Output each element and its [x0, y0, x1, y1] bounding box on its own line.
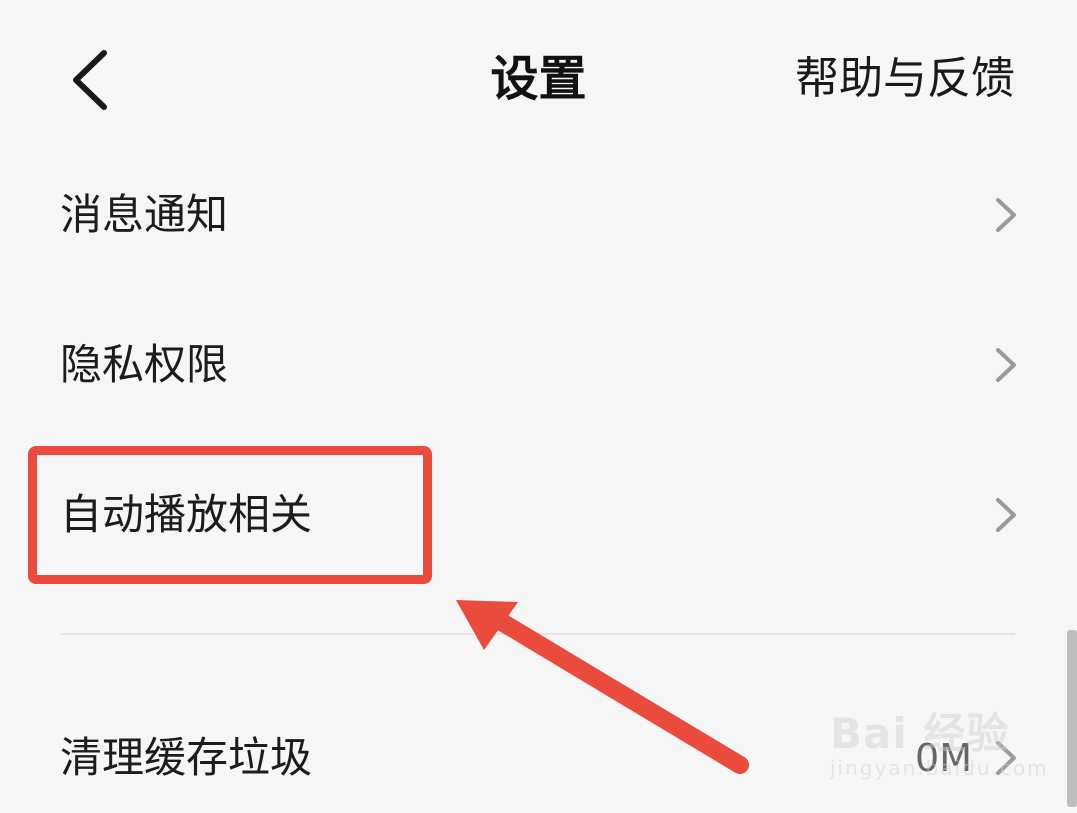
settings-item-label: 隐私权限	[60, 340, 229, 389]
header: 设置 帮助与反馈	[0, 0, 1077, 160]
chevron-right-icon	[996, 348, 1016, 382]
chevron-right-icon	[996, 498, 1016, 532]
help-feedback-link[interactable]: 帮助与反馈	[795, 44, 1015, 114]
chevron-right-icon	[996, 741, 1016, 775]
settings-item-label: 自动播放相关	[60, 490, 313, 539]
settings-item-autoplay[interactable]: 自动播放相关	[0, 460, 1077, 570]
settings-item-label: 清理缓存垃圾	[60, 733, 313, 782]
settings-item-privacy[interactable]: 隐私权限	[0, 310, 1077, 420]
settings-item-label: 消息通知	[60, 190, 229, 239]
settings-item-notifications[interactable]: 消息通知	[0, 160, 1077, 270]
divider	[60, 633, 1015, 635]
chevron-right-icon	[996, 198, 1016, 232]
settings-item-clear-cache[interactable]: 清理缓存垃圾 0M	[0, 703, 1077, 813]
cache-size-value: 0M	[915, 736, 972, 780]
scrollbar[interactable]	[1067, 630, 1077, 807]
